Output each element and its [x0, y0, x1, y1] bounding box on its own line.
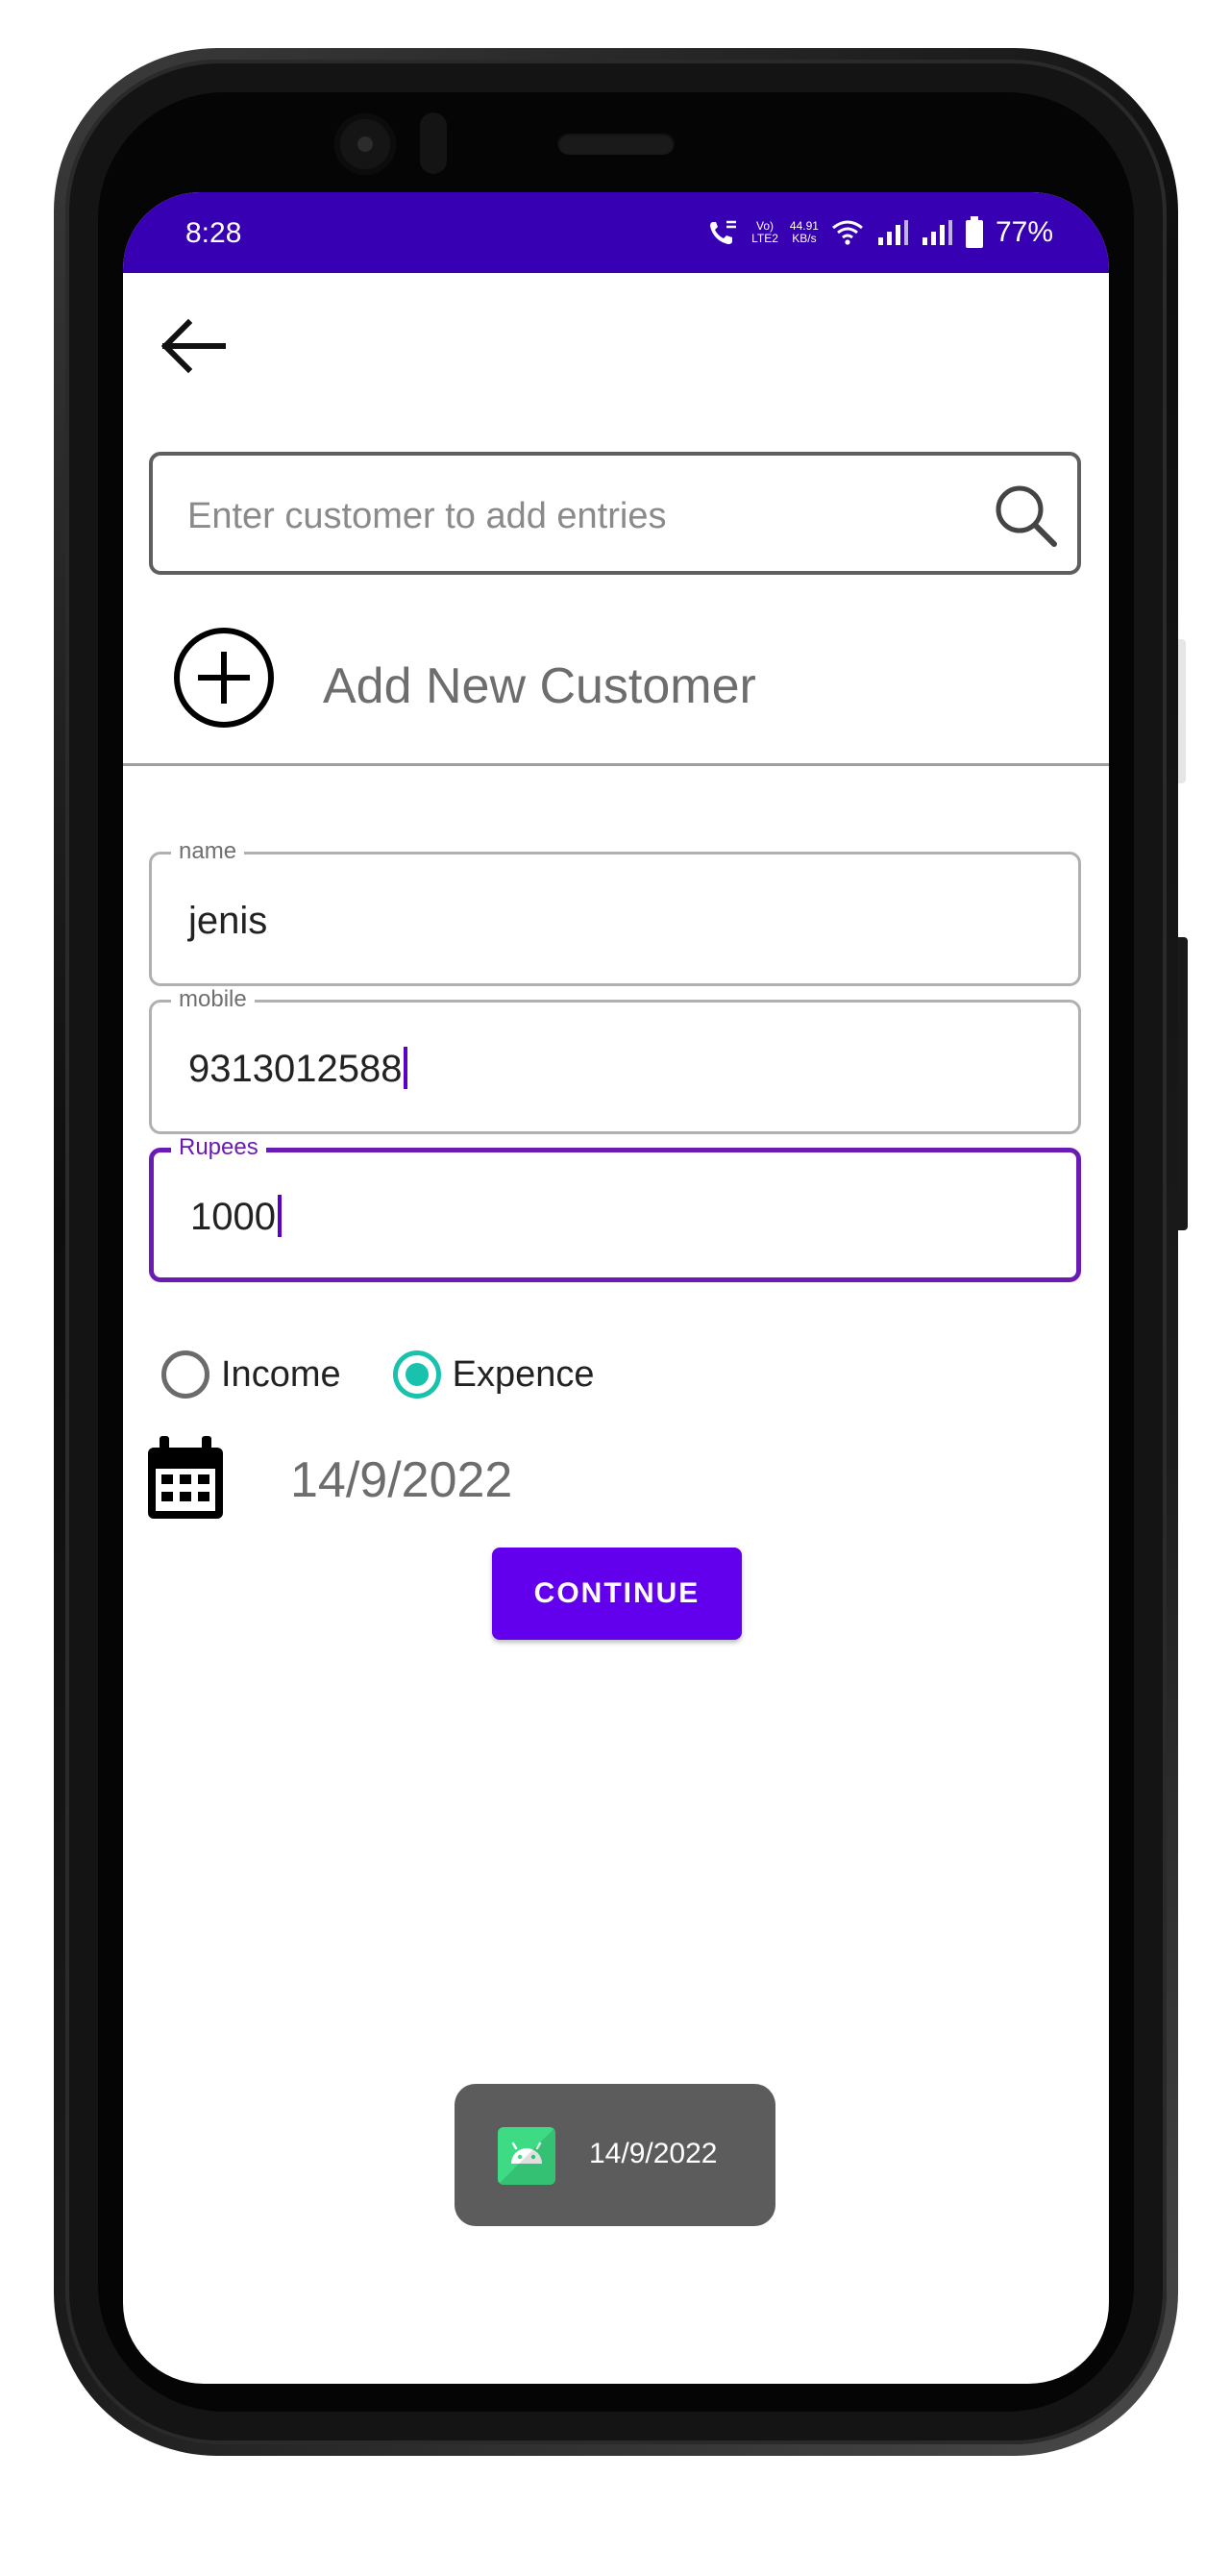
status-icons: Vo) LTE2 44.91 KB/s 77% [707, 213, 1053, 252]
toast-message: 14/9/2022 [455, 2084, 775, 2226]
toast-text: 14/9/2022 [589, 2138, 718, 2169]
wifi-icon [832, 220, 863, 245]
transaction-type-radio-group: Income Expence [161, 1346, 647, 1403]
add-circle-icon [174, 628, 274, 728]
mobile-field-label: mobile [171, 987, 255, 1012]
rupees-field-label: Rupees [171, 1135, 266, 1160]
call-icon [710, 220, 737, 244]
name-field-value: jenis [188, 900, 268, 942]
battery-icon [965, 216, 983, 248]
continue-button[interactable]: CONTINUE [492, 1548, 742, 1640]
signal-icon [877, 220, 908, 245]
name-field-label: name [171, 839, 245, 864]
expence-radio-label: Expence [452, 1353, 595, 1395]
rupees-field[interactable]: Rupees 1000 [149, 1135, 1081, 1282]
rupees-field-value: 1000 [190, 1196, 276, 1238]
date-picker-row[interactable]: 14/9/2022 [146, 1432, 723, 1528]
text-cursor [277, 1195, 282, 1238]
phone-screen: 8:28 Vo) LTE2 44.91 KB/s 77% Enter custo… [123, 192, 1109, 2384]
text-cursor [404, 1047, 408, 1090]
battery-percentage: 77% [995, 216, 1053, 248]
status-time: 8:28 [185, 217, 242, 249]
signal-icon-2 [922, 220, 952, 245]
network-speed: 44.91 KB/s [789, 219, 819, 245]
search-placeholder: Enter customer to add entries [187, 496, 667, 536]
customer-search-input[interactable]: Enter customer to add entries [149, 452, 1081, 575]
mobile-field[interactable]: mobile 9313012588 [149, 987, 1081, 1134]
volte-indicator: Vo) LTE2 [751, 219, 778, 245]
expence-radio-circle[interactable] [392, 1350, 441, 1399]
android-app-icon [498, 2127, 555, 2185]
front-camera [334, 113, 396, 175]
add-new-customer-button[interactable]: Add New Customer [123, 615, 1109, 769]
income-radio[interactable]: Income [161, 1350, 341, 1399]
selected-date[interactable]: 14/9/2022 [290, 1451, 512, 1509]
status-bar: 8:28 Vo) LTE2 44.91 KB/s 77% [123, 192, 1109, 273]
search-icon[interactable] [991, 481, 1060, 550]
divider [123, 763, 1109, 766]
back-button[interactable] [154, 308, 231, 384]
expence-radio[interactable]: Expence [392, 1350, 595, 1399]
income-radio-label: Income [221, 1353, 341, 1395]
calendar-icon[interactable] [146, 1436, 225, 1521]
name-field[interactable]: name jenis [149, 839, 1081, 986]
earpiece [557, 132, 675, 155]
add-new-customer-label: Add New Customer [323, 658, 756, 714]
back-arrow-icon [160, 318, 226, 374]
income-radio-circle[interactable] [161, 1350, 209, 1399]
mobile-field-value: 9313012588 [188, 1048, 403, 1090]
canvas: 8:28 Vo) LTE2 44.91 KB/s 77% Enter custo… [0, 0, 1230, 2576]
proximity-sensor [420, 112, 447, 174]
